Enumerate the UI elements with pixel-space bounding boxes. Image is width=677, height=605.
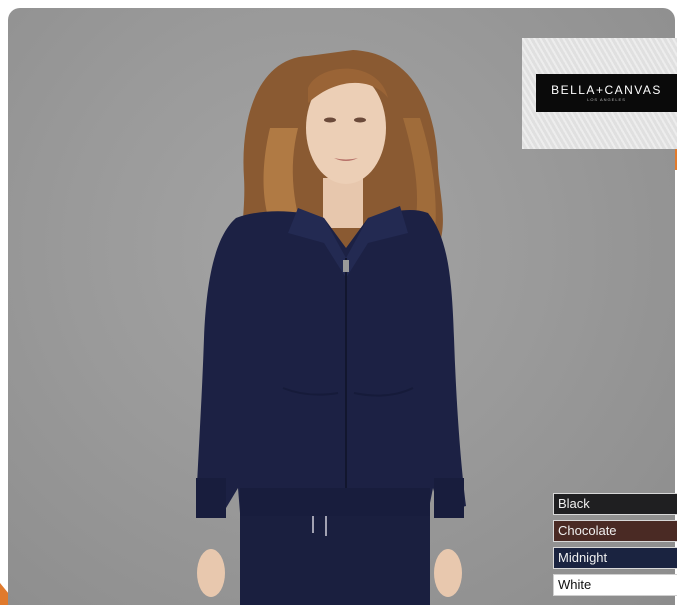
product-viewer: BELLA+CANVAS LOS ANGELES Black Chocolate… (0, 0, 677, 605)
swatch-white[interactable]: White (553, 574, 677, 596)
brand-logo-main: BELLA+CANVAS (551, 83, 662, 97)
model-pants (240, 516, 430, 605)
swatch-black[interactable]: Black (553, 493, 677, 515)
brand-logo-sub: LOS ANGELES (587, 97, 626, 102)
hoodie-body (196, 210, 466, 514)
brand-logo-panel: BELLA+CANVAS LOS ANGELES (522, 38, 677, 149)
color-swatch-list: Black Chocolate Midnight White (553, 493, 677, 601)
swatch-midnight[interactable]: Midnight (553, 547, 677, 569)
brand-logo: BELLA+CANVAS LOS ANGELES (536, 74, 677, 112)
swatch-chocolate[interactable]: Chocolate (553, 520, 677, 542)
